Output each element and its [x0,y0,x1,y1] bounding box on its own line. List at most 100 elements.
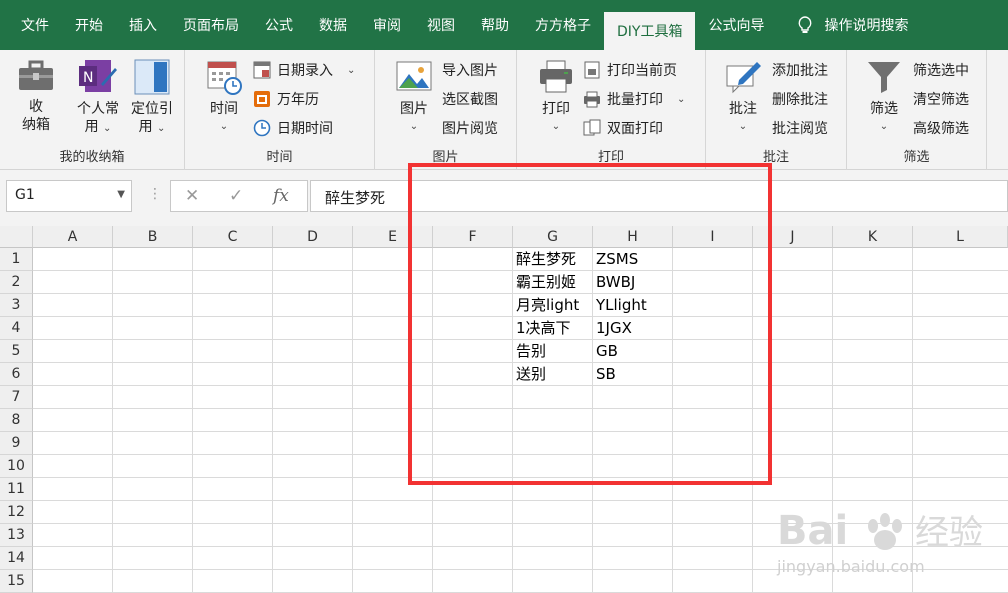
column-header[interactable]: I [673,226,753,248]
column-header[interactable]: A [33,226,113,248]
comment-browse-label: 批注阅览 [772,121,828,137]
tab-6[interactable]: 审阅 [360,0,414,50]
gridline-horizontal [33,477,1008,478]
row-header[interactable]: 3 [0,294,33,317]
print-button[interactable]: 打印 ⌄ [531,58,581,136]
column-header[interactable]: D [273,226,353,248]
chevron-down-icon[interactable]: ▼ [117,189,125,200]
row-header[interactable]: 1 [0,248,33,271]
duplex-icon [583,119,601,136]
row-header[interactable]: 7 [0,386,33,409]
row-header[interactable]: 14 [0,547,33,570]
row-header[interactable]: 5 [0,340,33,363]
locate-reference-button[interactable]: 定位引 用 ⌄ [126,58,178,138]
gridline-horizontal [33,431,1008,432]
insert-function-icon[interactable]: fx [273,186,289,206]
clock-icon [253,119,271,137]
region-screenshot-button[interactable]: 选区截图 [442,89,498,109]
select-all-corner[interactable] [0,226,33,248]
collect-box-button[interactable]: 收 纳箱 [8,58,64,134]
batch-print-button[interactable]: 批量打印 ⌄ [583,89,685,109]
date-grid-icon [253,61,271,79]
confirm-icon[interactable]: ✓ [229,186,243,206]
tab-5[interactable]: 数据 [306,0,360,50]
cell-h1[interactable]: ZSMS [593,248,638,271]
column-header[interactable]: L [913,226,1008,248]
personal-common-label-2: 用 ⌄ [84,119,112,135]
time-label: 时间 [210,101,238,117]
formula-buttons: ✕ ✓ fx [170,180,308,212]
add-comment-button[interactable]: 添加批注 [772,60,828,80]
import-picture-button[interactable]: 导入图片 [442,60,498,80]
column-header[interactable]: C [193,226,273,248]
group-label-comment: 批注 [762,150,789,165]
duplex-print-button[interactable]: 双面打印 [583,118,663,138]
filter-selected-label: 筛选选中 [913,63,969,79]
cancel-icon[interactable]: ✕ [185,186,199,206]
filter-selected-button[interactable]: 筛选选中 [913,60,969,80]
column-header[interactable]: B [113,226,193,248]
cell-h5[interactable]: GB [593,340,618,363]
clear-filter-button[interactable]: 清空筛选 [913,89,969,109]
print-caret: ⌄ [551,121,561,132]
region-screenshot-label: 选区截图 [442,92,498,108]
formula-input[interactable]: 醉生梦死 [310,180,1008,212]
picture-browse-button[interactable]: 图片阅览 [442,118,498,138]
cell-g4[interactable]: 1决高下 [513,317,571,340]
cell-h2[interactable]: BWBJ [593,271,635,294]
filter-button[interactable]: 筛选 ⌄ [859,58,909,136]
name-box[interactable]: G1 ▼ [6,180,132,212]
group-label-picture: 图片 [432,150,459,165]
row-header[interactable]: 15 [0,570,33,593]
row-header[interactable]: 6 [0,363,33,386]
delete-comment-button[interactable]: 删除批注 [772,89,828,109]
tab-10[interactable]: DIY工具箱 [604,12,696,50]
advanced-filter-button[interactable]: 高级筛选 [913,118,969,138]
date-time-button[interactable]: 日期时间 [253,118,333,138]
column-header[interactable]: J [753,226,833,248]
cell-g3[interactable]: 月亮light [513,294,579,317]
tab-0[interactable]: 文件 [8,0,62,50]
tab-3[interactable]: 页面布局 [170,0,252,50]
row-header[interactable]: 4 [0,317,33,340]
tab-8[interactable]: 帮助 [468,0,522,50]
cell-g2[interactable]: 霸王别姬 [513,271,576,294]
drag-handle-icon[interactable]: ⋮ [148,186,162,202]
column-header[interactable]: G [513,226,593,248]
tab-11[interactable]: 公式向导 [695,0,777,50]
tab-7[interactable]: 视图 [414,0,468,50]
cell-h4[interactable]: 1JGX [593,317,632,340]
column-header[interactable]: E [353,226,433,248]
picture-button[interactable]: 图片 ⌄ [389,58,439,136]
row-header[interactable]: 10 [0,455,33,478]
collect-box-label: 收 [29,99,43,115]
cell-h6[interactable]: SB [593,363,616,386]
comment-button[interactable]: 批注 ⌄ [718,58,768,136]
print-current-page-button[interactable]: 打印当前页 [583,60,677,80]
column-header[interactable]: K [833,226,913,248]
cell-g1[interactable]: 醉生梦死 [513,248,576,271]
cell-h3[interactable]: YLlight [593,294,647,317]
calendar-icon [254,91,270,107]
toolbox-icon [19,60,53,90]
row-header[interactable]: 2 [0,271,33,294]
date-entry-button[interactable]: 日期录入 ⌄ [253,60,355,80]
cell-g6[interactable]: 送别 [513,363,546,386]
comment-browse-button[interactable]: 批注阅览 [772,118,828,138]
perpetual-calendar-button[interactable]: 万年历 [253,89,319,109]
tab-2[interactable]: 插入 [116,0,170,50]
tab-1[interactable]: 开始 [62,0,116,50]
time-button[interactable]: 时间 ⌄ [199,58,249,136]
column-header[interactable]: H [593,226,673,248]
tab-4[interactable]: 公式 [252,0,306,50]
row-header[interactable]: 13 [0,524,33,547]
row-header[interactable]: 12 [0,501,33,524]
row-header[interactable]: 9 [0,432,33,455]
row-header[interactable]: 8 [0,409,33,432]
tab-9[interactable]: 方方格子 [522,0,604,50]
row-header[interactable]: 11 [0,478,33,501]
personal-common-button[interactable]: N 个人常 用 ⌄ [70,58,126,138]
cell-g5[interactable]: 告别 [513,340,546,363]
column-header[interactable]: F [433,226,513,248]
tell-me-search[interactable]: 操作说明搜索 [785,0,921,50]
